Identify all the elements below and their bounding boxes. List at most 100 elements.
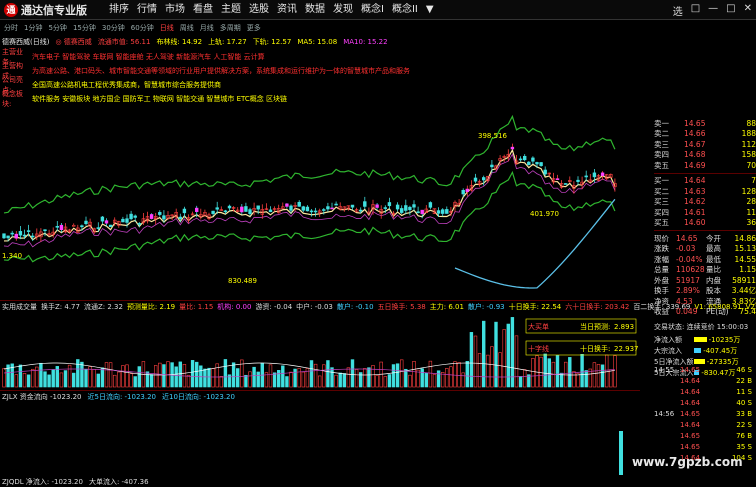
- flow-row: 净流入额 -10235万: [654, 334, 756, 345]
- candle-body: [129, 213, 133, 220]
- tick-price: 14.64: [680, 420, 701, 429]
- stock-badge[interactable]: ◎ 德赛西威: [55, 37, 91, 47]
- menu-item[interactable]: 发现: [329, 0, 357, 20]
- main-kline-chart[interactable]: 1.340 830.489 398.516 401.970: [0, 108, 640, 298]
- period-tab[interactable]: 月线: [200, 23, 214, 33]
- info-row-value: 软件服务 安徽板块 地方国企 国防军工 物联网 智能交通 智慧城市 ETC概念 …: [32, 95, 287, 103]
- info-row-value: 为高速公路、港口码头、城市智能交通等领域的行业用户提供解决方案，系统集成和运行维…: [32, 67, 410, 75]
- volume-bar: [465, 360, 469, 388]
- flow-value: -407.45万: [703, 346, 738, 355]
- volume-title-item: 五日换手: 5.38: [377, 303, 426, 311]
- stat-label: 股本: [706, 286, 721, 296]
- site-watermark: www.7gpzb.com: [632, 455, 743, 469]
- candle-body: [465, 188, 469, 192]
- tick-row: 14.64 40 S: [654, 397, 756, 408]
- menu-item[interactable]: 资讯: [273, 0, 301, 20]
- volume-bar: [289, 371, 293, 388]
- candle-body: [440, 209, 445, 214]
- period-tab[interactable]: 周线: [180, 23, 194, 33]
- menu-item[interactable]: 概念II: [388, 0, 422, 20]
- volume-bar: [584, 370, 588, 388]
- period-tab[interactable]: 1分钟: [24, 23, 42, 33]
- volume-bar: [539, 356, 543, 388]
- stat-value: 1.15: [739, 265, 756, 275]
- volume-bar: [133, 376, 137, 388]
- volume-bar: [490, 346, 494, 388]
- volume-bar: [404, 368, 408, 388]
- volume-bar: [276, 370, 281, 388]
- menu-item[interactable]: 排序: [105, 0, 133, 20]
- menu-item[interactable]: 选股: [245, 0, 273, 20]
- volume-bar: [47, 374, 51, 388]
- candle-body: [576, 179, 580, 182]
- window-button[interactable]: —: [708, 3, 718, 18]
- quote-label: 买二: [654, 186, 669, 196]
- volume-title-item: 机构: 0.00: [217, 303, 252, 311]
- period-tab[interactable]: 5分钟: [48, 23, 66, 33]
- menu-item[interactable]: 主题: [217, 0, 245, 20]
- window-button[interactable]: □: [726, 3, 735, 18]
- window-button[interactable]: 选: [673, 3, 683, 18]
- volume-bar: [166, 361, 170, 388]
- candle-body: [104, 220, 109, 224]
- volume-bar: [256, 371, 260, 388]
- menu-item[interactable]: 行情: [133, 0, 161, 20]
- menu-item[interactable]: ▼: [422, 0, 438, 20]
- volume-bar: [59, 372, 64, 388]
- period-tab[interactable]: 30分钟: [102, 23, 125, 33]
- info-row-value: 汽车电子 智能驾驶 车联网 智能座舱 无人驾驶 新能源汽车 人工智能 云计算: [32, 53, 265, 61]
- candle-body: [158, 212, 162, 215]
- volume-bar: [244, 374, 248, 388]
- menu-item[interactable]: 看盘: [189, 0, 217, 20]
- price-annotation: 1.340: [2, 252, 22, 260]
- info-item: MA5: 15.08: [297, 38, 338, 46]
- candle-body: [240, 206, 244, 213]
- tick-volume: 40 S: [736, 398, 752, 407]
- volume-title-item: 流通Z: 2.32: [83, 303, 123, 311]
- volume-bar: [14, 374, 18, 388]
- quote-row: 卖五 14.69 70: [654, 160, 756, 171]
- period-tab[interactable]: 更多: [247, 23, 261, 33]
- volume-bar: [223, 359, 228, 388]
- menu-item[interactable]: 概念I: [357, 0, 388, 20]
- period-tab[interactable]: 日线: [160, 23, 174, 33]
- quote-price: 14.66: [684, 129, 706, 139]
- fund-flow-panel[interactable]: ZJLX 资金流向 -1023.20 近5日流向: -1023.20 近10日流向:…: [0, 390, 640, 476]
- volume-bar: [88, 366, 92, 388]
- volume-bar: [96, 373, 101, 388]
- stat-row: 涨幅 -0.04% 最低 14.55: [654, 254, 756, 265]
- window-button[interactable]: ✕: [744, 3, 752, 18]
- quote-row: 卖三 14.67 112: [654, 139, 756, 150]
- candle-body: [10, 232, 14, 235]
- tick-time: 14:56: [654, 409, 675, 418]
- candle-body: [334, 203, 338, 206]
- volume-bar: [375, 375, 379, 388]
- quote-row: 卖二 14.66 188: [654, 129, 756, 140]
- menu-item[interactable]: 数据: [301, 0, 329, 20]
- volume-bar: [506, 323, 510, 388]
- box-value2: 2.893: [614, 323, 634, 331]
- stat-value: 14.55: [734, 254, 756, 264]
- period-tab[interactable]: 15分钟: [73, 23, 96, 33]
- stat-value: 0.049: [676, 307, 698, 317]
- flow-bar: [694, 337, 707, 342]
- period-tab[interactable]: 60分钟: [131, 23, 154, 33]
- volume-bar: [408, 374, 412, 388]
- period-tab[interactable]: 多周期: [220, 23, 241, 33]
- menu-item[interactable]: 市场: [161, 0, 189, 20]
- main-menu: 排序 行情 市场 看盘 主题 选股 资讯 数据 发现 概念I 概念II ▼: [105, 0, 438, 20]
- price-annotation: 830.489: [228, 277, 257, 285]
- volume-panel[interactable]: 实用成交量 换手Z: 4.77 流通Z: 2.32 预测量比: 2.19 量比: 1.1…: [0, 300, 756, 388]
- volume-bar: [346, 367, 351, 388]
- stock-name: 德赛西威(日线): [2, 38, 50, 46]
- volume-bar: [395, 363, 400, 388]
- tick-price: 14.64: [680, 387, 701, 396]
- candle-body: [137, 223, 141, 225]
- candle-body: [182, 208, 187, 214]
- stat-label: 收益: [654, 307, 669, 317]
- window-button[interactable]: □: [691, 3, 700, 18]
- period-tab[interactable]: 分时: [4, 23, 18, 33]
- volume-bar: [604, 354, 609, 388]
- info-row-label: 概念板块:: [2, 90, 23, 108]
- volume-bar: [313, 363, 318, 388]
